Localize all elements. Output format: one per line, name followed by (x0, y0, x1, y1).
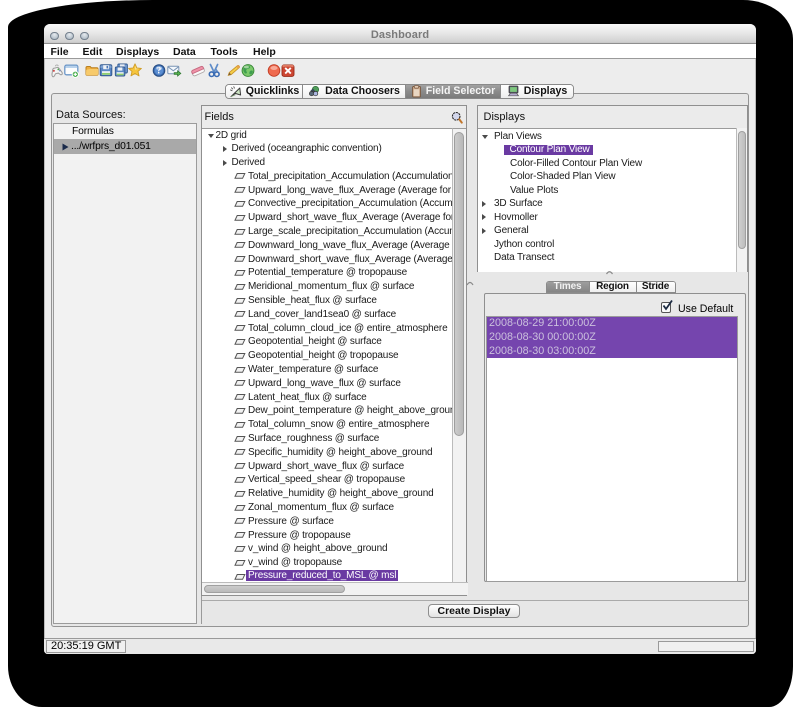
svg-text:?: ? (157, 65, 162, 75)
